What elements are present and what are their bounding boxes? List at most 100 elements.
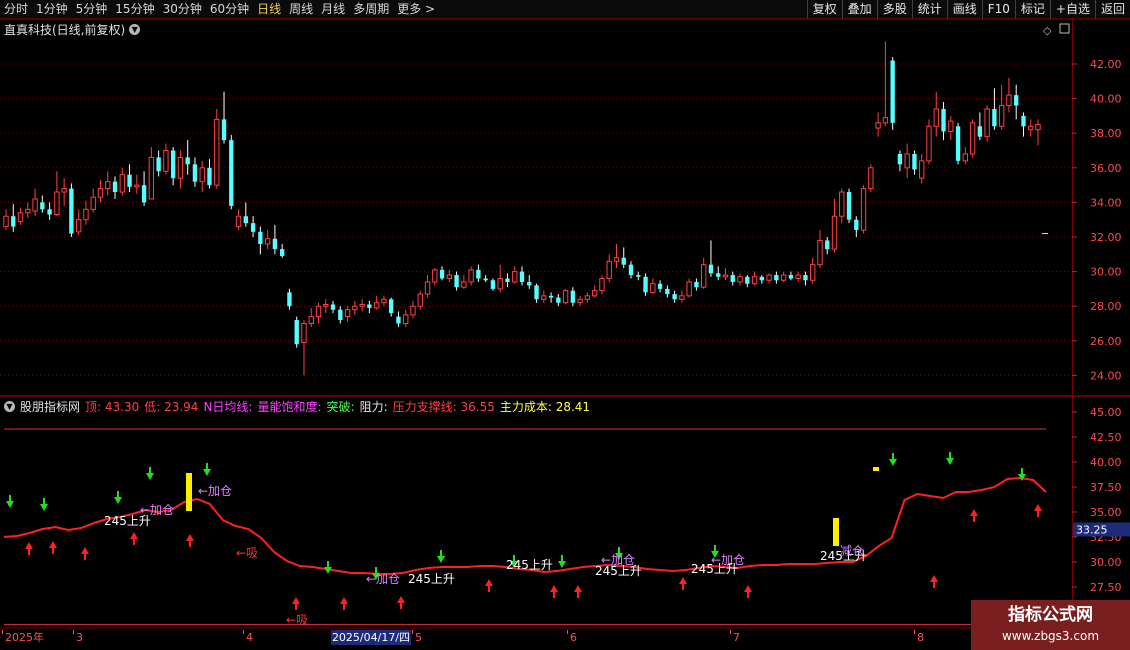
candle-body [780, 274, 787, 281]
kline-chart[interactable]: ◇ 42.00 40.00 38.00 36.00 34.00 32.00 30.00 28.0… [0, 0, 1130, 650]
candle-body [621, 257, 626, 265]
candle-body [461, 281, 467, 288]
candle-body [417, 293, 423, 307]
candle-body [882, 117, 889, 124]
candle-body [119, 174, 125, 193]
candle-body [628, 264, 634, 276]
date-tick [567, 630, 568, 634]
signal-bar [186, 473, 192, 511]
candle-body [424, 281, 431, 295]
candle-body [344, 309, 351, 318]
candle-body [759, 276, 765, 281]
date-tick [73, 630, 74, 634]
y-tick-label: 27.50 [1090, 581, 1122, 594]
candle-body [686, 281, 692, 297]
candle-body [148, 156, 155, 200]
candle-body [156, 157, 161, 172]
buy-arrow-icon [550, 585, 558, 598]
indicator-label: 低: 23.94 [144, 400, 199, 414]
y-tick-label: 45.00 [1090, 406, 1122, 419]
stock-title[interactable]: 直真科技(日线,前复权) [4, 21, 125, 38]
candle-body [170, 150, 176, 179]
buy-arrow-icon [574, 585, 582, 598]
candle-body [389, 299, 394, 314]
candle-body [40, 202, 45, 210]
candle-body [694, 281, 699, 288]
candle-body [69, 188, 74, 234]
sell-arrow-icon [324, 561, 332, 574]
candle-body [279, 249, 285, 257]
buy-arrow-icon [485, 579, 493, 592]
candle-body [1028, 125, 1034, 131]
candle-body [875, 122, 881, 129]
candle-body [258, 231, 263, 244]
signal-annotation: ←加仓 [366, 572, 400, 586]
signal-annotation: 245上升 [595, 564, 642, 578]
candle-body [338, 309, 343, 321]
candle-body [636, 275, 641, 277]
candle-body [61, 188, 67, 193]
diamond-icon: ◇ [1043, 24, 1052, 37]
candle-body [432, 269, 438, 283]
candle-body [941, 108, 946, 132]
date-label: 3 [76, 631, 83, 644]
candle-body [745, 276, 750, 284]
candle-body [977, 126, 983, 137]
candle-body [483, 278, 488, 281]
candle-body [25, 208, 31, 214]
candle-body [141, 185, 147, 203]
candle-body [548, 295, 554, 298]
y-tick-label: 32.00 [1090, 231, 1122, 244]
candle-body [359, 303, 365, 307]
candle-body [737, 276, 743, 283]
candle-body [810, 264, 816, 281]
date-tick [730, 630, 731, 634]
chevron-down-icon[interactable]: ▼ [129, 24, 141, 35]
panel-toggle-icon [1059, 23, 1070, 34]
candle-body [192, 164, 198, 182]
candle-body [308, 316, 314, 324]
candle-body [643, 276, 648, 293]
candle-body [766, 274, 772, 281]
candle-body [330, 304, 336, 310]
candle-body [381, 298, 387, 304]
sell-arrow-icon [146, 467, 154, 480]
sell-arrow-icon [114, 491, 122, 504]
candle-body [665, 288, 670, 295]
candle-body [1006, 94, 1012, 107]
candle-body [716, 273, 721, 277]
sell-arrow-icon [558, 555, 566, 568]
indicator-label: 压力支撑线: 36.55 [392, 400, 495, 414]
indicator-label: 顶: 43.30 [85, 400, 140, 414]
date-label: 8 [917, 631, 924, 644]
candle-body [919, 160, 925, 179]
candle-body [562, 290, 569, 304]
buy-arrow-icon [340, 597, 348, 610]
candle-body [890, 60, 895, 123]
y-tick-label: 36.00 [1090, 162, 1122, 175]
candle-body [860, 188, 867, 231]
candle-body [591, 290, 598, 297]
candle-body [788, 275, 794, 279]
candle-body [795, 274, 801, 280]
chevron-down-icon[interactable]: ▼ [4, 401, 15, 412]
candle-body [839, 191, 845, 217]
buy-arrow-icon [186, 534, 194, 547]
y-tick-label: 30.00 [1090, 556, 1122, 569]
price-panel-title: 直真科技(日线,前复权) ▼ [4, 21, 141, 38]
sell-arrow-icon [6, 495, 14, 508]
candle-body [177, 156, 184, 179]
candle-body [287, 292, 292, 307]
indicator-label: 主力成本: 28.41 [499, 400, 591, 414]
candle-body [90, 196, 96, 210]
signal-annotation: 减仓 [840, 544, 864, 558]
candle-body [751, 276, 758, 285]
indicator-name[interactable]: 股朋指标网 [20, 398, 80, 415]
watermark-url: www.zbgs3.com [1001, 629, 1100, 643]
candle-body [163, 150, 169, 172]
candle-body [998, 105, 1005, 127]
candle-body [403, 314, 409, 325]
signal-annotation: ←加仓 [198, 484, 232, 498]
candle-body [803, 275, 808, 281]
candle-body [846, 192, 852, 220]
